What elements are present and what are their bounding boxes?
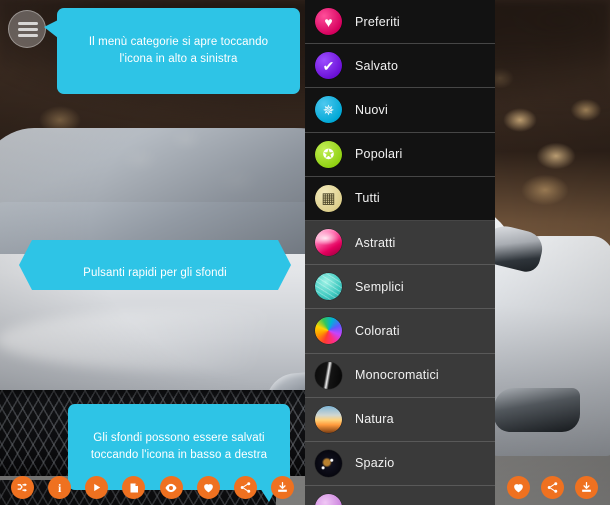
new-badge-icon: ✵ <box>315 96 342 124</box>
category-label: Popolari <box>355 147 403 162</box>
callout-menu-text: Il menù categorie si apre toccando l'ico… <box>88 36 269 65</box>
category-label: Colorati <box>355 323 400 338</box>
bottom-toolbar-left[interactable]: i <box>0 470 305 505</box>
callout-quick-buttons-hint: Pulsanti rapidi per gli sfondi <box>19 240 291 290</box>
category-item-natura[interactable]: Natura <box>305 397 495 442</box>
category-item-semplici[interactable]: Semplici <box>305 265 495 310</box>
category-label: Astratti <box>355 235 396 250</box>
app-screenshot: Il menù categorie si apre toccando l'ico… <box>0 0 610 505</box>
category-item-preferiti[interactable]: ♥ Preferiti <box>305 0 495 45</box>
note-button[interactable] <box>122 476 146 499</box>
callout-quick-text: Pulsanti rapidi per gli sfondi <box>83 267 227 279</box>
category-item-nuovi[interactable]: ✵ Nuovi <box>305 88 495 133</box>
check-glyph: ✔ <box>322 57 335 74</box>
category-label: Monocromatici <box>355 368 439 383</box>
menu-button[interactable] <box>8 10 46 48</box>
download-button[interactable] <box>270 476 294 499</box>
bottom-toolbar-right[interactable] <box>495 470 610 505</box>
favorite-button[interactable] <box>506 476 530 499</box>
download-button[interactable] <box>575 476 599 499</box>
space-icon <box>315 449 342 477</box>
category-label: Preferiti <box>355 14 400 29</box>
grid-glyph: ▦ <box>321 189 336 207</box>
star-burst-icon: ✪ <box>315 140 342 168</box>
callout-tail-left <box>44 20 58 38</box>
star-glyph: ✪ <box>322 146 335 163</box>
shuffle-icon <box>17 483 27 492</box>
heart-icon <box>513 484 523 493</box>
abstract-swirl-icon <box>315 229 342 257</box>
category-item-partial[interactable] <box>305 486 495 505</box>
favorite-button[interactable] <box>196 476 220 499</box>
download-icon <box>582 481 592 492</box>
black-white-icon <box>315 361 342 389</box>
callout-save-text: Gli sfondi possono essere salvati toccan… <box>90 432 268 461</box>
category-item-popolari[interactable]: ✪ Popolari <box>305 132 495 177</box>
category-panel[interactable]: ♥ Preferiti ✔ Salvato ✵ Nuovi ✪ Popolari… <box>305 0 495 505</box>
info-icon: i <box>58 480 62 495</box>
share-icon <box>547 482 558 493</box>
category-label: Nuovi <box>355 102 388 117</box>
category-item-monocromatici[interactable]: Monocromatici <box>305 353 495 398</box>
category-label: Tutti <box>355 191 380 206</box>
download-icon <box>278 481 287 492</box>
category-item-spazio[interactable]: Spazio <box>305 441 495 487</box>
hamburger-icon <box>18 22 38 25</box>
new-glyph: ✵ <box>322 101 335 118</box>
note-icon <box>130 483 138 492</box>
color-wheel-icon <box>315 317 342 345</box>
category-label: Spazio <box>355 456 395 471</box>
heart-icon <box>203 484 213 493</box>
share-button[interactable] <box>233 476 257 499</box>
shuffle-button[interactable] <box>11 476 35 499</box>
play-icon <box>94 483 101 492</box>
category-item-colorati[interactable]: Colorati <box>305 309 495 354</box>
heart-glyph: ♥ <box>324 13 333 30</box>
category-label: Semplici <box>355 279 404 294</box>
grid-icon: ▦ <box>315 184 342 212</box>
play-button[interactable] <box>85 476 109 499</box>
simple-texture-icon <box>315 273 342 301</box>
callout-menu-hint: Il menù categorie si apre toccando l'ico… <box>44 8 300 94</box>
share-icon <box>240 482 251 493</box>
category-item-tutti[interactable]: ▦ Tutti <box>305 176 495 221</box>
preview-button[interactable] <box>159 476 183 499</box>
eye-icon <box>165 483 177 492</box>
partial-category-icon <box>315 494 342 505</box>
heart-circle-icon: ♥ <box>315 8 342 36</box>
sunset-icon <box>315 405 342 433</box>
share-button[interactable] <box>540 476 564 499</box>
category-item-salvato[interactable]: ✔ Salvato <box>305 44 495 89</box>
info-button[interactable]: i <box>48 476 72 499</box>
category-item-astratti[interactable]: Astratti <box>305 220 495 266</box>
check-circle-icon: ✔ <box>315 52 342 80</box>
category-label: Salvato <box>355 58 399 73</box>
category-label: Natura <box>355 412 394 427</box>
